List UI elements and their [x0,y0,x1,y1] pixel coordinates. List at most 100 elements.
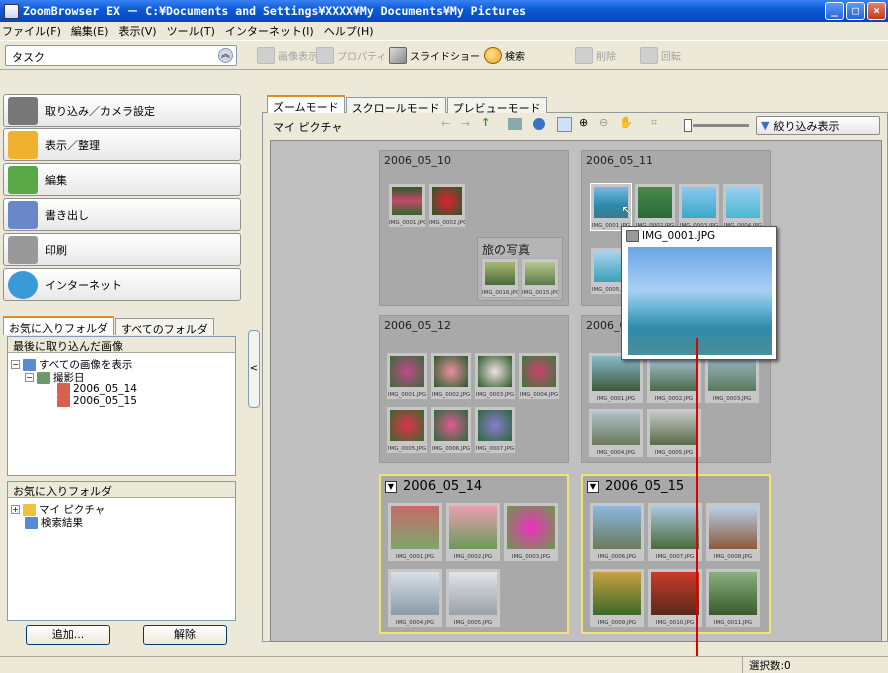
group-title: 2006_05_10 [384,154,451,167]
thumbnail[interactable]: IMG_0003.JPG [474,352,516,400]
rotate-icon [640,47,658,64]
thumbnail[interactable]: IMG_0005.JPG [445,568,501,628]
close-button[interactable]: × [867,2,886,20]
thumbnail[interactable]: IMG_0008.JPG [705,502,761,562]
zoom-slider-track[interactable] [693,124,749,127]
fit-icon[interactable]: ⌗ [651,116,657,130]
selection-count: 選択数:0 [742,657,797,673]
task-import-camera[interactable]: 取り込み／カメラ設定 [3,94,241,127]
task-print[interactable]: 印刷 [3,233,241,266]
filter-view-button[interactable]: ▼ 絞り込み表示 [756,116,880,135]
thumbnail-caption: IMG_0002.JPG [453,554,493,560]
camera-icon [8,96,38,125]
maximize-button[interactable]: □ [846,2,865,20]
properties-button[interactable]: プロパティ [316,45,386,66]
thumbnail[interactable]: IMG_0002.JPG [445,502,501,562]
thumbnail[interactable]: IMG_0015.JPG [521,258,559,298]
tab-scroll-mode[interactable]: スクロールモード [345,97,446,115]
group-checkbox[interactable]: ▼ [587,480,599,493]
menu-help[interactable]: ヘルプ(H) [324,23,374,39]
thumbnail[interactable]: IMG_0009.JPG [589,568,645,628]
delete-button[interactable]: 削除 [575,45,616,66]
thumbnail[interactable]: IMG_0002.JPG [430,352,472,400]
forward-icon[interactable]: → [461,117,470,130]
group-checkbox[interactable]: ▼ [385,480,397,493]
thumbnail[interactable]: IMG_0016.JPG [481,258,519,298]
date-group[interactable]: ▼ 2006_05_15 IMG_0006.JPG IMG_0007.JPG IM… [581,474,771,634]
info-icon[interactable] [533,118,545,130]
sort-icon[interactable] [508,118,522,130]
date-group[interactable]: ▼ 2006_05_14 IMG_0001.JPG IMG_0002.JPG IM… [379,474,569,634]
zoom-out-icon[interactable]: ⊖ [599,116,608,129]
tab-zoom-mode[interactable]: ズームモード [267,95,345,114]
add-button[interactable]: 追加... [26,625,110,645]
back-icon[interactable]: ← [441,117,450,130]
thumbnail-caption: IMG_0002.JPG [431,392,471,398]
thumbnail[interactable]: IMG_0010.JPG [647,568,703,628]
remove-button[interactable]: 解除 [143,625,227,645]
thumbnail[interactable]: IMG_0005.JPG [646,408,702,458]
slideshow-button[interactable]: スライドショー [389,45,480,66]
thumbnail[interactable]: IMG_0003.JPG [503,502,559,562]
filter-icon: ▼ [761,119,770,132]
tab-preview-mode[interactable]: プレビューモード [446,97,547,115]
thumbnail[interactable]: IMG_0006.JPG [589,502,645,562]
task-export[interactable]: 書き出し [3,198,241,231]
collapse-icon[interactable]: − [25,373,34,382]
thumbnail[interactable]: IMG_0004.JPG [387,568,443,628]
thumbnail[interactable]: IMG_0001.JPG [387,502,443,562]
tree-search-results[interactable]: 検索結果 [25,515,83,530]
thumbnail[interactable]: IMG_0011.JPG [705,568,761,628]
tree-date-item[interactable]: 2006_05_15 [57,395,137,407]
sub-group-title: 旅の写真 [482,243,531,257]
menu-view[interactable]: 表示(V) [118,23,156,39]
thumbnail-caption: IMG_0015.JPG [522,290,558,296]
thumbnail[interactable]: IMG_0004.JPG [518,352,560,400]
thumbnail[interactable]: IMG_0002.JPG [428,183,466,228]
tab-all-folders[interactable]: すべてのフォルダ [115,318,214,336]
chevron-up-icon[interactable]: ︽ [218,48,233,63]
thumbnail-caption: IMG_0007.JPG [655,554,695,560]
tree-date-item[interactable]: 2006_05_14 [57,383,137,395]
image-file-icon [626,230,639,242]
collapse-pane-button[interactable]: < [248,330,260,408]
select-pointer-icon[interactable] [557,117,572,132]
sub-group[interactable]: 旅の写真 IMG_0016.JPG IMG_0015.JPG [477,237,563,301]
thumbnail[interactable]: IMG_0004.JPG [722,183,764,231]
thumbnail[interactable]: IMG_0005.JPG [386,406,428,454]
menu-tools[interactable]: ツール(T) [167,23,215,39]
menu-edit[interactable]: 編集(E) [71,23,109,39]
thumbnail[interactable]: IMG_0007.JPG [474,406,516,454]
task-view-organize[interactable]: 表示／整理 [3,128,241,161]
task-dropdown[interactable]: タスク ︽ [5,45,237,66]
thumbnail[interactable]: IMG_0001.JPG [386,352,428,400]
thumbnail[interactable]: IMG_0003.JPG [678,183,720,231]
task-internet[interactable]: インターネット [3,268,241,301]
zoom-in-icon[interactable]: ⊕ [579,116,588,129]
menu-internet[interactable]: インターネット(I) [225,23,314,39]
menu-file[interactable]: ファイル(F) [2,23,61,39]
tab-favorite-folders[interactable]: お気に入りフォルダ [3,316,114,335]
calendar-icon [57,395,70,407]
hand-icon[interactable]: ✋ [619,116,633,129]
thumbnail[interactable]: IMG_0002.JPG [634,183,676,231]
view-image-button[interactable]: 画像表示 [257,45,318,66]
thumbnail[interactable]: IMG_0007.JPG [647,502,703,562]
thumbnail[interactable]: IMG_0006.JPG [430,406,472,454]
rotate-button[interactable]: 回転 [640,45,681,66]
collapse-icon[interactable]: − [11,360,20,369]
thumbnail-caption: IMG_0004.JPG [395,620,435,626]
up-folder-icon[interactable]: ↑ [481,116,490,129]
expand-icon[interactable]: + [11,505,20,514]
zoom-slider-handle[interactable] [684,119,692,132]
popup-title: IMG_0001.JPG [626,230,715,242]
date-group[interactable]: 2006_05_10 IMG_0001.JPG IMG_0002.JPG 旅の写… [379,150,569,306]
thumbnail[interactable]: IMG_0004.JPG [588,408,644,458]
task-edit[interactable]: 編集 [3,163,241,196]
search-button[interactable]: 検索 [484,45,525,66]
edit-icon [8,165,38,194]
date-group[interactable]: 2006_05_12 IMG_0001.JPG IMG_0002.JPG IMG… [379,315,569,463]
recent-images-header: 最後に取り込んだ画像 [8,337,235,353]
minimize-button[interactable]: _ [825,2,844,20]
thumbnail[interactable]: IMG_0001.JPG [388,183,426,228]
